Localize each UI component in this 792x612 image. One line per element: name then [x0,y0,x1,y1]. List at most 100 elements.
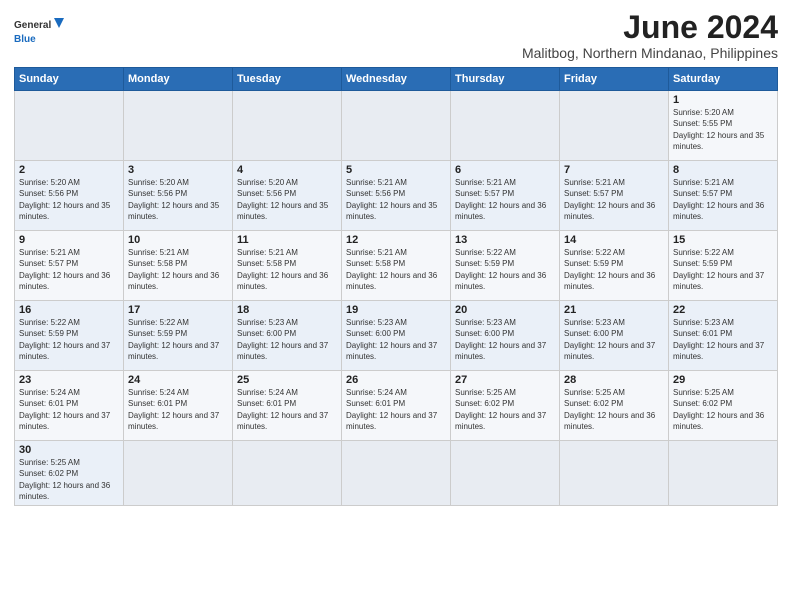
calendar-week-row: 2 Sunrise: 5:20 AM Sunset: 5:56 PM Daylig… [15,161,778,231]
calendar-page: General Blue June 2024 Malitbog, Norther… [0,0,792,516]
day-info: Sunrise: 5:23 AM Sunset: 6:01 PM Dayligh… [673,317,773,362]
day-info: Sunrise: 5:24 AM Sunset: 6:01 PM Dayligh… [19,387,119,432]
svg-text:Blue: Blue [14,34,36,45]
calendar-cell: 22Sunrise: 5:23 AM Sunset: 6:01 PM Dayli… [669,301,778,371]
day-info: Sunrise: 5:25 AM Sunset: 6:02 PM Dayligh… [19,457,119,502]
day-number: 18 [237,304,337,316]
calendar-week-row: 30Sunrise: 5:25 AM Sunset: 6:02 PM Dayli… [15,441,778,506]
day-number: 16 [19,304,119,316]
calendar-cell: 11Sunrise: 5:21 AM Sunset: 5:58 PM Dayli… [233,231,342,301]
day-info: Sunrise: 5:22 AM Sunset: 5:59 PM Dayligh… [128,317,228,362]
day-info: Sunrise: 5:23 AM Sunset: 6:00 PM Dayligh… [564,317,664,362]
day-info: Sunrise: 5:22 AM Sunset: 5:59 PM Dayligh… [673,247,773,292]
calendar-cell [124,91,233,161]
calendar-cell [233,91,342,161]
header-row: Sunday Monday Tuesday Wednesday Thursday… [15,68,778,91]
day-number: 1 [673,94,773,106]
day-info: Sunrise: 5:21 AM Sunset: 5:57 PM Dayligh… [673,177,773,222]
col-tuesday: Tuesday [233,68,342,91]
calendar-cell: 30Sunrise: 5:25 AM Sunset: 6:02 PM Dayli… [15,441,124,506]
day-info: Sunrise: 5:23 AM Sunset: 6:00 PM Dayligh… [346,317,446,362]
day-number: 22 [673,304,773,316]
calendar-cell [560,441,669,506]
svg-text:General: General [14,20,51,31]
header: General Blue June 2024 Malitbog, Norther… [14,10,778,61]
day-number: 3 [128,164,228,176]
col-friday: Friday [560,68,669,91]
day-info: Sunrise: 5:20 AM Sunset: 5:56 PM Dayligh… [128,177,228,222]
day-number: 10 [128,234,228,246]
calendar-cell: 17Sunrise: 5:22 AM Sunset: 5:59 PM Dayli… [124,301,233,371]
day-info: Sunrise: 5:21 AM Sunset: 5:58 PM Dayligh… [346,247,446,292]
day-info: Sunrise: 5:24 AM Sunset: 6:01 PM Dayligh… [237,387,337,432]
day-info: Sunrise: 5:22 AM Sunset: 5:59 PM Dayligh… [564,247,664,292]
day-info: Sunrise: 5:21 AM Sunset: 5:57 PM Dayligh… [19,247,119,292]
day-number: 12 [346,234,446,246]
day-info: Sunrise: 5:21 AM Sunset: 5:57 PM Dayligh… [455,177,555,222]
calendar-cell: 9Sunrise: 5:21 AM Sunset: 5:57 PM Daylig… [15,231,124,301]
calendar-body: 1Sunrise: 5:20 AM Sunset: 5:55 PM Daylig… [15,91,778,506]
day-info: Sunrise: 5:24 AM Sunset: 6:01 PM Dayligh… [128,387,228,432]
day-number: 4 [237,164,337,176]
col-monday: Monday [124,68,233,91]
day-info: Sunrise: 5:20 AM Sunset: 5:55 PM Dayligh… [673,107,773,152]
calendar-cell [15,91,124,161]
day-number: 8 [673,164,773,176]
day-info: Sunrise: 5:22 AM Sunset: 5:59 PM Dayligh… [455,247,555,292]
calendar-title: June 2024 [522,10,778,45]
day-number: 25 [237,374,337,386]
calendar-table: Sunday Monday Tuesday Wednesday Thursday… [14,67,778,506]
day-info: Sunrise: 5:25 AM Sunset: 6:02 PM Dayligh… [564,387,664,432]
calendar-cell: 18Sunrise: 5:23 AM Sunset: 6:00 PM Dayli… [233,301,342,371]
day-number: 17 [128,304,228,316]
calendar-cell: 21Sunrise: 5:23 AM Sunset: 6:00 PM Dayli… [560,301,669,371]
calendar-cell: 12Sunrise: 5:21 AM Sunset: 5:58 PM Dayli… [342,231,451,301]
calendar-cell: 8Sunrise: 5:21 AM Sunset: 5:57 PM Daylig… [669,161,778,231]
day-info: Sunrise: 5:23 AM Sunset: 6:00 PM Dayligh… [237,317,337,362]
calendar-cell: 1Sunrise: 5:20 AM Sunset: 5:55 PM Daylig… [669,91,778,161]
day-number: 2 [19,164,119,176]
calendar-cell: 19Sunrise: 5:23 AM Sunset: 6:00 PM Dayli… [342,301,451,371]
day-number: 11 [237,234,337,246]
day-info: Sunrise: 5:21 AM Sunset: 5:57 PM Dayligh… [564,177,664,222]
calendar-week-row: 16 Sunrise: 5:22 AM Sunset: 5:59 PM Dayli… [15,301,778,371]
day-info: Sunrise: 5:21 AM Sunset: 5:58 PM Dayligh… [128,247,228,292]
day-info: Sunrise: 5:21 AM Sunset: 5:56 PM Dayligh… [346,177,446,222]
col-wednesday: Wednesday [342,68,451,91]
day-number: 27 [455,374,555,386]
calendar-cell: 7Sunrise: 5:21 AM Sunset: 5:57 PM Daylig… [560,161,669,231]
calendar-cell: 23Sunrise: 5:24 AM Sunset: 6:01 PM Dayli… [15,371,124,441]
logo-svg: General Blue [14,14,64,50]
calendar-week-row: 23Sunrise: 5:24 AM Sunset: 6:01 PM Dayli… [15,371,778,441]
calendar-cell: 24Sunrise: 5:24 AM Sunset: 6:01 PM Dayli… [124,371,233,441]
calendar-cell [451,441,560,506]
calendar-cell: 26Sunrise: 5:24 AM Sunset: 6:01 PM Dayli… [342,371,451,441]
day-number: 21 [564,304,664,316]
calendar-cell [233,441,342,506]
calendar-cell [342,441,451,506]
calendar-week-row: 9Sunrise: 5:21 AM Sunset: 5:57 PM Daylig… [15,231,778,301]
col-thursday: Thursday [451,68,560,91]
day-number: 13 [455,234,555,246]
day-number: 19 [346,304,446,316]
day-info: Sunrise: 5:23 AM Sunset: 6:00 PM Dayligh… [455,317,555,362]
day-number: 20 [455,304,555,316]
calendar-cell [669,441,778,506]
calendar-cell [342,91,451,161]
day-number: 24 [128,374,228,386]
col-sunday: Sunday [15,68,124,91]
day-number: 9 [19,234,119,246]
calendar-cell: 5Sunrise: 5:21 AM Sunset: 5:56 PM Daylig… [342,161,451,231]
calendar-cell: 13Sunrise: 5:22 AM Sunset: 5:59 PM Dayli… [451,231,560,301]
day-number: 26 [346,374,446,386]
calendar-cell: 27Sunrise: 5:25 AM Sunset: 6:02 PM Dayli… [451,371,560,441]
logo: General Blue [14,14,64,50]
calendar-cell: 6Sunrise: 5:21 AM Sunset: 5:57 PM Daylig… [451,161,560,231]
calendar-cell: 29Sunrise: 5:25 AM Sunset: 6:02 PM Dayli… [669,371,778,441]
calendar-cell [451,91,560,161]
day-number: 5 [346,164,446,176]
calendar-cell: 4Sunrise: 5:20 AM Sunset: 5:56 PM Daylig… [233,161,342,231]
day-info: Sunrise: 5:25 AM Sunset: 6:02 PM Dayligh… [673,387,773,432]
calendar-week-row: 1Sunrise: 5:20 AM Sunset: 5:55 PM Daylig… [15,91,778,161]
calendar-cell: 25Sunrise: 5:24 AM Sunset: 6:01 PM Dayli… [233,371,342,441]
